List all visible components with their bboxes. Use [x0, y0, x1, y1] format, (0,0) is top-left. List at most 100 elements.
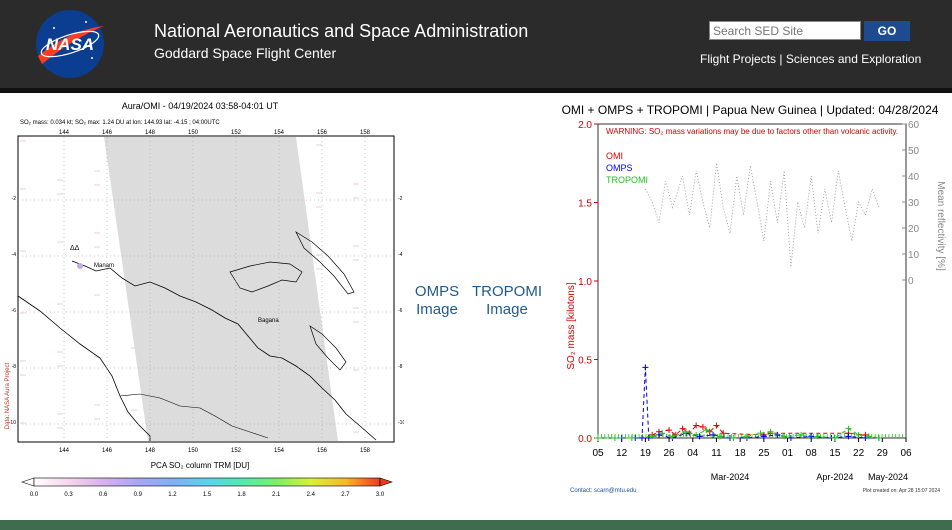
colorbar-tick: 2.7: [341, 492, 350, 498]
background-speck: [20, 188, 26, 190]
go-button[interactable]: GO: [864, 21, 910, 41]
background-speck: [20, 422, 26, 424]
y2-tick-label: 30: [908, 198, 920, 209]
chart-warning: WARNING: SO₂ mass variations may be due …: [606, 127, 898, 136]
header-divider: [0, 88, 952, 93]
map-title: Aura/OMI - 04/19/2024 03:58-04:01 UT: [122, 101, 279, 111]
month-label: May-2024: [868, 472, 908, 482]
data-point-omi: [666, 427, 673, 434]
background-speck: [353, 321, 359, 323]
colorbar-tick: 1.5: [203, 492, 212, 498]
background-speck: [94, 404, 100, 406]
data-point-tropomi: [611, 435, 618, 441]
background-speck: [94, 170, 100, 172]
y2-tick-label: 50: [908, 146, 920, 157]
data-point-omi: [679, 425, 686, 432]
background-speck: [131, 409, 137, 411]
search-input[interactable]: [709, 21, 861, 40]
y2-tick-label: 10: [908, 250, 920, 261]
legend-entry-omi: OMI: [606, 151, 623, 161]
place-label-manam: Manam: [94, 263, 114, 269]
data-point-omps: [642, 364, 649, 371]
data-point-tropomi: [845, 425, 852, 432]
colorbar-tick: 2.1: [272, 492, 281, 498]
data-point-tropomi: [865, 433, 872, 440]
background-speck: [57, 241, 63, 243]
lon-tick-top: 152: [231, 130, 242, 136]
lat-tick-right: -8: [398, 364, 403, 370]
lon-tick-bottom: 152: [231, 448, 242, 454]
chart-series: [595, 162, 882, 441]
lat-tick-right: -2: [398, 196, 403, 202]
data-point-tropomi: [595, 435, 601, 441]
background-speck: [94, 294, 100, 296]
colorbar-tick: 0.6: [99, 492, 108, 498]
lon-tick-top: 156: [317, 130, 328, 136]
colorbar-title: PCA SO₂ column TRM [DU]: [151, 461, 250, 470]
link-separator: |: [779, 52, 783, 66]
colorbar-tick: 0.3: [64, 492, 73, 498]
background-speck: [20, 140, 26, 142]
colorbar-tick: 1.2: [168, 492, 177, 498]
data-point-omi: [699, 424, 706, 431]
lat-tick-left: -6: [12, 308, 17, 314]
flight-projects-link[interactable]: Flight Projects: [700, 52, 776, 66]
lon-tick-bottom: 154: [274, 448, 285, 454]
background-speck: [20, 374, 26, 376]
legend-entry-omps: OMPS: [606, 163, 633, 173]
colorbar: 0.0 0.3 0.6 0.9 1.2 1.5 1.8 2.1 2.4 2.7 3.0: [21, 477, 393, 498]
lon-tick-bottom: 156: [317, 448, 328, 454]
data-point-tropomi: [831, 435, 838, 441]
background-speck: [353, 197, 359, 199]
background-speck: [316, 206, 322, 208]
background-speck: [316, 254, 322, 256]
data-point-tropomi: [703, 427, 710, 434]
y-tick-label: 0.0: [578, 434, 592, 445]
tropomi-image-caption[interactable]: TROPOMI Image: [468, 283, 546, 319]
so2-hotspot: [77, 263, 83, 269]
x-tick-label: 04: [687, 448, 699, 459]
lat-tick-left: -4: [12, 252, 17, 258]
background-speck: [57, 193, 63, 195]
data-point-tropomi: [875, 435, 882, 441]
lon-tick-bottom: 144: [59, 448, 70, 454]
lat-tick-left: -10: [9, 420, 16, 426]
agency-title: National Aeronautics and Space Administr…: [154, 21, 529, 41]
chart-legend: OMI OMPS TROPOMI: [606, 151, 648, 185]
y-axis-label: SO₂ mass [kilotons]: [566, 282, 577, 369]
background-speck: [94, 246, 100, 248]
colorbar-min-arrow: [21, 477, 35, 487]
background-speck: [57, 413, 63, 415]
data-point-omps: [845, 433, 852, 440]
colorbar-max-arrow: [379, 477, 393, 487]
background-speck: [20, 360, 26, 362]
x-tick-label: 11: [711, 448, 722, 459]
site-header: NASA National Aeronautics and Space Admi…: [0, 0, 952, 88]
omps-image-caption[interactable]: OMPS Image: [408, 283, 466, 319]
colorbar-tick: 2.4: [307, 492, 316, 498]
nasa-logo[interactable]: NASA: [34, 8, 106, 80]
logo-text: NASA: [46, 35, 94, 54]
background-speck: [57, 427, 63, 429]
background-speck: [316, 192, 322, 194]
y2-axis-label: Mean reflectivity [%]: [935, 181, 946, 271]
background-speck: [20, 250, 26, 252]
y2-tick-label: 40: [908, 172, 920, 183]
data-point-omps: [645, 435, 652, 441]
x-tick-label: 06: [900, 448, 912, 459]
background-speck: [94, 184, 100, 186]
sciences-exploration-link[interactable]: Sciences and Exploration: [786, 52, 921, 66]
map-subtitle: SO₂ mass: 0.034 kt; SO₂ max: 1.24 DU at …: [20, 120, 220, 126]
lon-tick-top: 158: [360, 130, 371, 136]
omi-map-image[interactable]: Aura/OMI - 04/19/2024 03:58-04:01 UT SO₂…: [0, 96, 404, 516]
series-line-mean-reflectivity: [645, 162, 880, 268]
background-speck: [353, 183, 359, 185]
footer-bar: [0, 520, 952, 530]
colorbar-tick: 1.8: [237, 492, 246, 498]
so2-timeseries-chart[interactable]: OMI + OMPS + TROPOMI | Papua New Guinea …: [560, 96, 952, 520]
chart-created: Plot created on: Apr 28 15:07 2024: [863, 488, 940, 494]
background-speck: [353, 245, 359, 247]
y-tick-label: 2.0: [578, 120, 592, 131]
lat-tick-right: -4: [398, 252, 403, 258]
chart-title: OMI + OMPS + TROPOMI | Papua New Guinea …: [562, 103, 939, 117]
